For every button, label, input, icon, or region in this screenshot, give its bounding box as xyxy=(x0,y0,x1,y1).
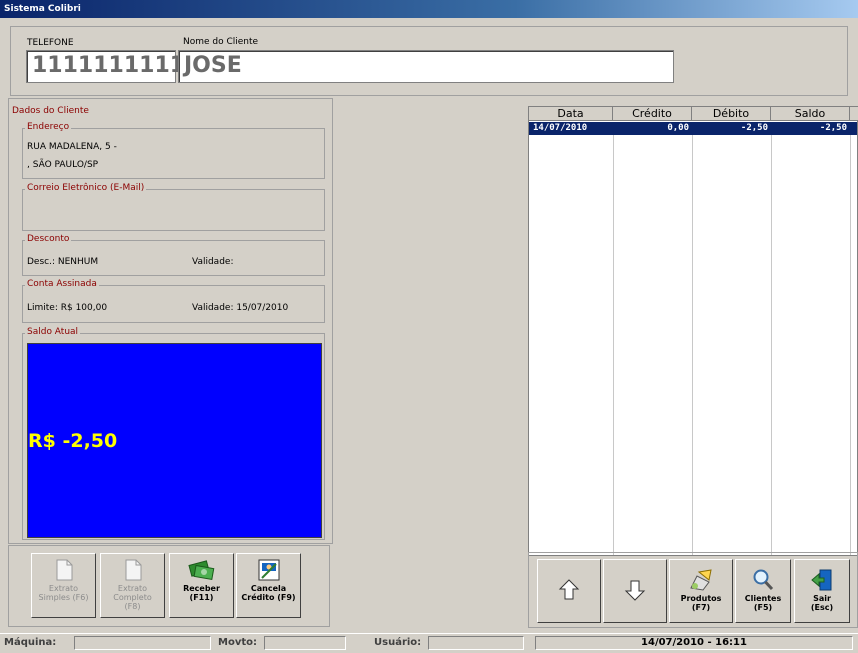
column-header-filler xyxy=(850,107,858,121)
customer-name-field[interactable]: JOSE xyxy=(178,50,674,83)
column-divider xyxy=(613,135,614,555)
address-title: Endereço xyxy=(25,122,72,133)
discount-desc: Desc.: NENHUM xyxy=(27,257,99,267)
extrato-completo-button[interactable]: Extrato Completo (F8) xyxy=(100,553,165,618)
user-field xyxy=(428,636,524,650)
search-icon xyxy=(753,569,774,591)
table-row[interactable]: 14/07/2010 0,00 -2,50 -2,50 xyxy=(529,122,857,135)
column-divider xyxy=(692,135,693,555)
scroll-down-button[interactable] xyxy=(603,559,667,623)
movto-label: Movto: xyxy=(218,637,257,648)
balance-display: R$ -2,50 xyxy=(27,343,322,538)
produtos-line2: (F7) xyxy=(691,603,711,612)
document-icon xyxy=(56,559,72,581)
signed-account-title: Conta Assinada xyxy=(25,279,99,290)
clientes-line1: Clientes xyxy=(744,594,782,603)
user-label: Usuário: xyxy=(374,637,422,648)
money-icon xyxy=(187,560,214,581)
phone-field[interactable]: 1111111111 xyxy=(26,50,185,83)
extrato-completo-line2: Completo xyxy=(113,593,152,602)
receber-line2: (F11) xyxy=(189,593,214,602)
scroll-up-button[interactable] xyxy=(537,559,601,623)
cancel-credit-icon xyxy=(258,559,279,581)
sair-button[interactable]: Sair (Esc) xyxy=(794,559,850,623)
email-title: Correio Eletrônico (E-Mail) xyxy=(25,183,147,194)
balance-value: R$ -2,50 xyxy=(28,430,118,452)
cell-debito: -2,50 xyxy=(740,123,768,133)
receber-line1: Receber xyxy=(183,584,220,593)
address-line1: RUA MADALENA, 5 - xyxy=(27,142,117,152)
produtos-line1: Produtos xyxy=(680,594,722,603)
address-group xyxy=(22,128,325,179)
column-header-credito[interactable]: Crédito xyxy=(613,107,692,121)
cell-data: 14/07/2010 xyxy=(533,123,588,133)
cancela-credito-button[interactable]: Cancela Crédito (F9) xyxy=(236,553,301,618)
document-icon xyxy=(125,559,141,581)
cell-credito: 0,00 xyxy=(667,123,689,133)
column-divider xyxy=(850,135,851,555)
column-header-data[interactable]: Data xyxy=(529,107,613,121)
extrato-completo-line3: (F8) xyxy=(124,602,141,611)
clientes-button[interactable]: Clientes (F5) xyxy=(735,559,791,623)
signed-account-validity: Validade: 15/07/2010 xyxy=(192,303,289,313)
extrato-completo-line1: Extrato xyxy=(117,584,148,593)
address-line2: , SÃO PAULO/SP xyxy=(27,160,99,170)
exit-icon xyxy=(811,569,832,591)
sair-line2: (Esc) xyxy=(810,603,834,612)
status-bar: Máquina: Movto: Usuário: 14/07/2010 - 16… xyxy=(0,633,858,653)
discount-title: Desconto xyxy=(25,234,72,245)
arrow-down-icon xyxy=(624,580,646,601)
transactions-grid[interactable]: Data Crédito Débito Saldo 14/07/2010 0,0… xyxy=(528,106,858,556)
column-divider xyxy=(771,135,772,555)
cell-saldo: -2,50 xyxy=(819,123,847,133)
extrato-simples-line2: Simples (F6) xyxy=(38,593,89,602)
window-title: Sistema Colibri xyxy=(4,4,81,14)
movto-field xyxy=(264,636,346,650)
receber-button[interactable]: Receber (F11) xyxy=(169,553,234,618)
signed-account-limit: Limite: R$ 100,00 xyxy=(27,303,108,313)
balance-title: Saldo Atual xyxy=(25,327,81,338)
window-title-bar: Sistema Colibri xyxy=(0,0,858,18)
extrato-simples-button[interactable]: Extrato Simples (F6) xyxy=(31,553,96,618)
arrow-up-icon xyxy=(558,579,580,600)
column-header-debito[interactable]: Débito xyxy=(692,107,771,121)
cancela-credito-line1: Cancela xyxy=(250,584,287,593)
extrato-simples-line1: Extrato xyxy=(48,584,79,593)
column-header-saldo[interactable]: Saldo xyxy=(771,107,850,121)
sair-line1: Sair xyxy=(813,594,831,603)
datetime-field: 14/07/2010 - 16:11 xyxy=(535,636,853,650)
clientes-line2: (F5) xyxy=(753,603,773,612)
products-icon xyxy=(690,569,712,591)
cancela-credito-line2: Crédito (F9) xyxy=(241,593,296,602)
email-group xyxy=(22,189,325,231)
machine-label: Máquina: xyxy=(4,637,57,648)
phone-label: TELEFONE xyxy=(27,38,74,48)
discount-validity: Validade: xyxy=(192,257,234,267)
machine-field xyxy=(74,636,211,650)
client-data-title: Dados do Cliente xyxy=(10,106,91,117)
produtos-button[interactable]: Produtos (F7) xyxy=(669,559,733,623)
name-label: Nome do Cliente xyxy=(183,37,259,47)
